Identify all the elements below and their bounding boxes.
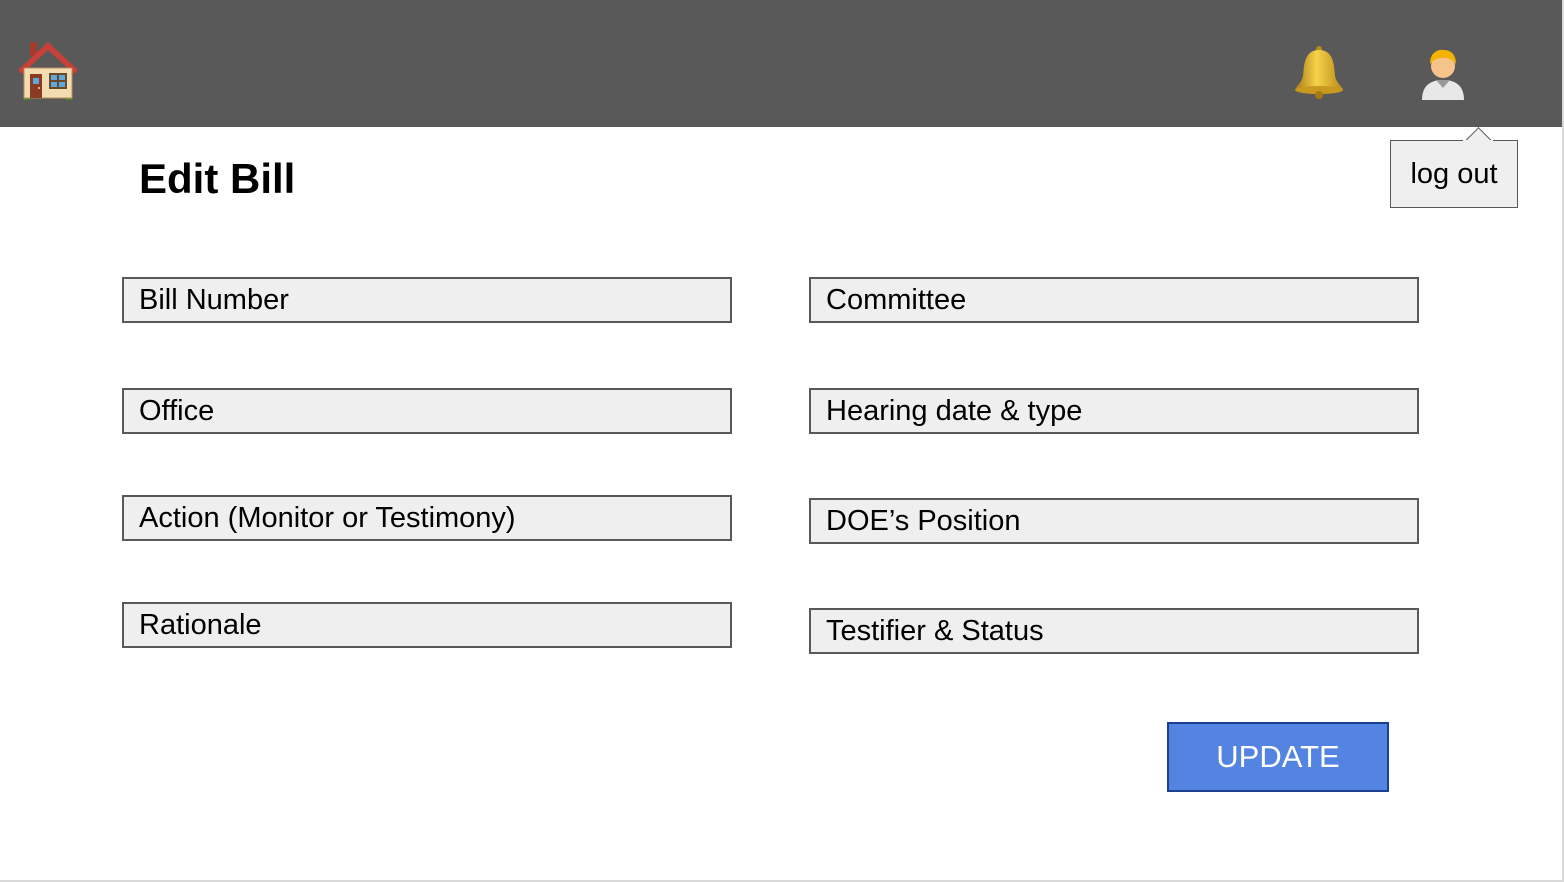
popup-pointer-mask (1463, 140, 1493, 144)
bill-number-input[interactable] (122, 277, 732, 323)
update-button[interactable]: UPDATE (1167, 722, 1389, 792)
logout-menu-item[interactable]: log out (1390, 127, 1518, 208)
logout-label: log out (1410, 157, 1498, 190)
doe-position-input[interactable] (809, 498, 1419, 544)
action-input[interactable] (122, 495, 732, 541)
testifier-status-input[interactable] (809, 608, 1419, 654)
house-icon[interactable] (16, 36, 80, 102)
committee-input[interactable] (809, 277, 1419, 323)
page-title: Edit Bill (139, 155, 296, 202)
rationale-input[interactable] (122, 602, 732, 648)
bell-icon[interactable] (1290, 44, 1348, 100)
office-input[interactable] (122, 388, 732, 434)
user-avatar-icon[interactable] (1418, 46, 1468, 100)
edit-bill-page: log out Edit Bill UPDATE (0, 0, 1564, 882)
hearing-date-type-input[interactable] (809, 388, 1419, 434)
top-navigation-bar (0, 0, 1562, 127)
